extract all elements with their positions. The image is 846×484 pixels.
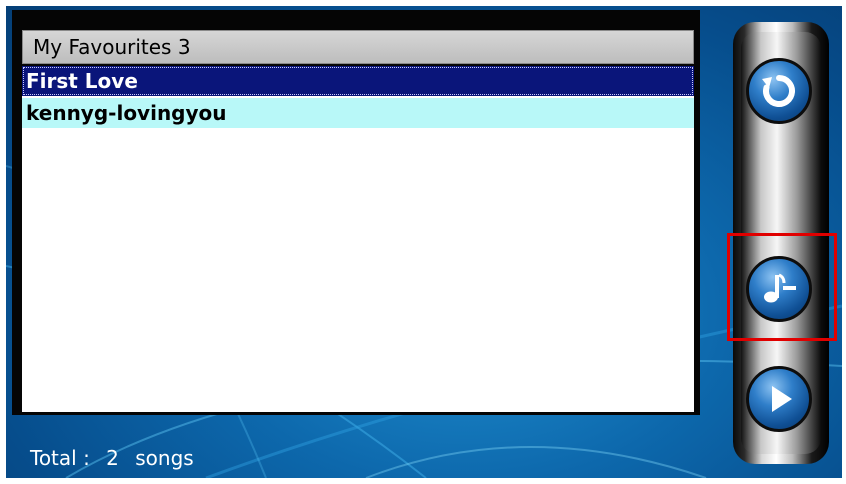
total-label: Total : bbox=[30, 446, 90, 470]
total-unit: songs bbox=[135, 446, 194, 470]
song-list[interactable]: First Love kennyg-lovingyou bbox=[22, 66, 694, 412]
song-row-kennyg-lovingyou[interactable]: kennyg-lovingyou bbox=[22, 98, 694, 128]
refresh-icon bbox=[762, 75, 796, 107]
music-note-minus-icon bbox=[764, 273, 796, 303]
refresh-button[interactable] bbox=[746, 58, 812, 124]
play-icon bbox=[772, 386, 792, 412]
song-count: Total : 2 songs bbox=[30, 446, 204, 470]
song-row-first-love[interactable]: First Love bbox=[22, 66, 694, 96]
play-button[interactable] bbox=[746, 366, 812, 432]
remove-song-button[interactable] bbox=[746, 256, 812, 322]
total-count: 2 bbox=[106, 446, 119, 470]
playlist-title: My Favourites 3 bbox=[22, 30, 694, 64]
